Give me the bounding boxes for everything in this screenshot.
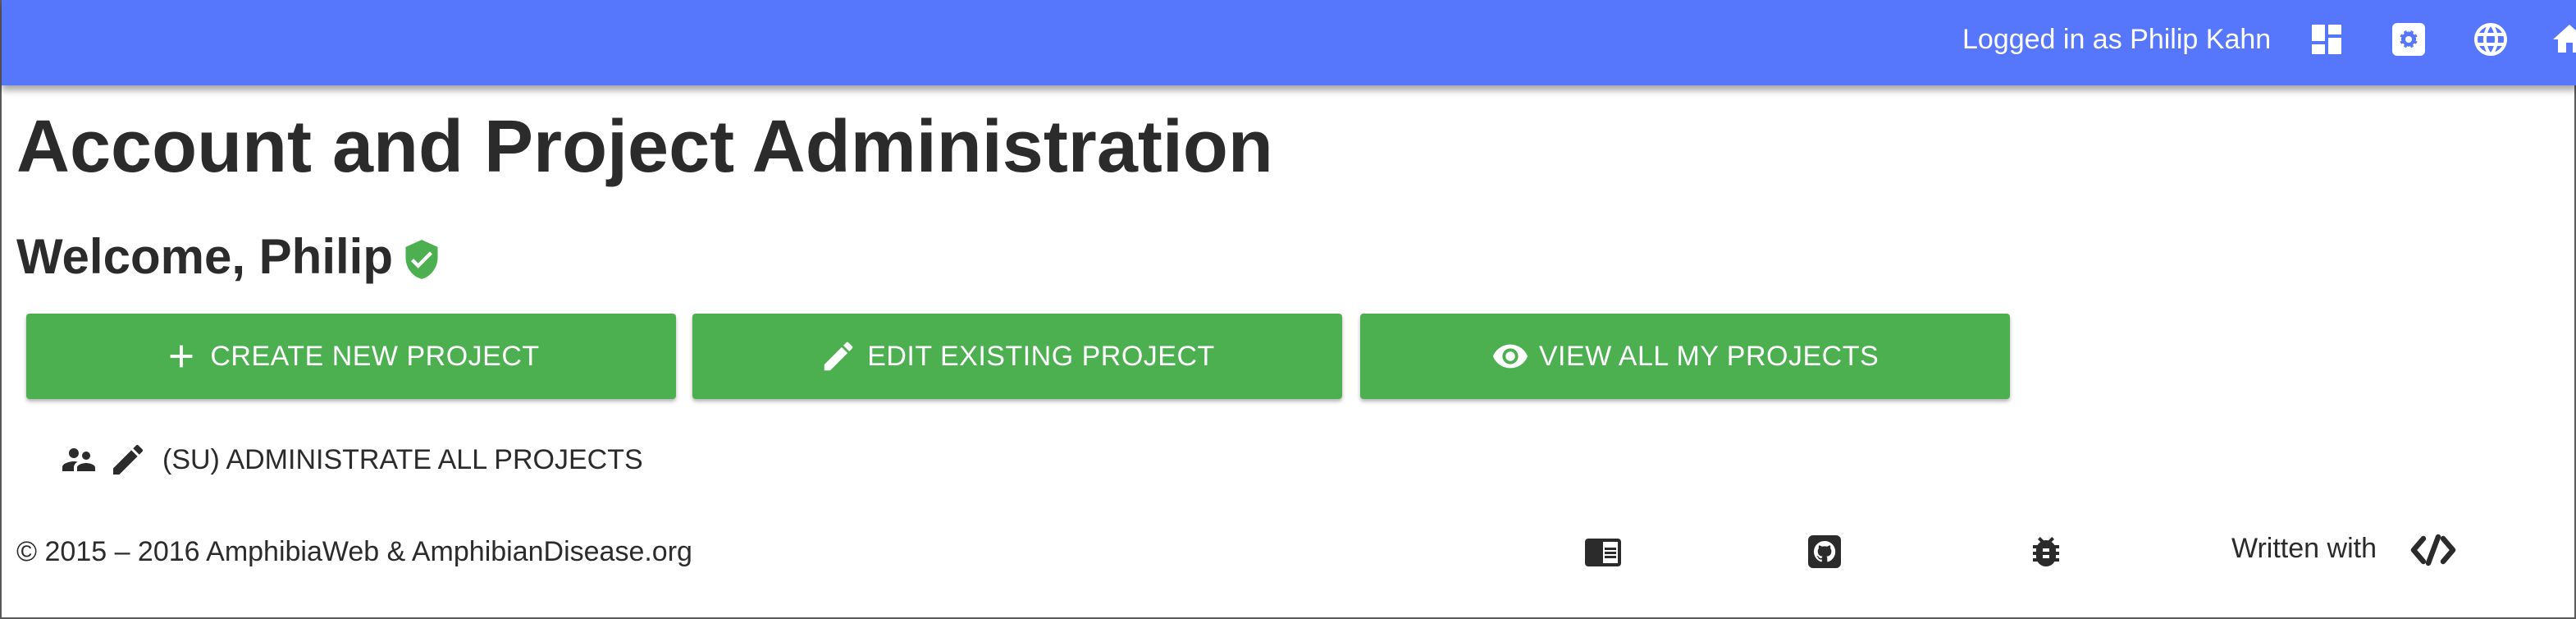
- add-icon: [162, 337, 200, 375]
- home-icon[interactable]: [2550, 20, 2576, 59]
- code-logo-icon[interactable]: [2409, 530, 2458, 570]
- github-icon[interactable]: [1805, 532, 1844, 571]
- administrate-all-projects-label: (SU) ADMINISTRATE ALL PROJECTS: [162, 443, 643, 475]
- pencil-icon: [108, 440, 148, 479]
- visibility-icon: [1491, 337, 1529, 375]
- administrate-all-projects-link[interactable]: (SU) ADMINISTRATE ALL PROJECTS: [59, 435, 643, 484]
- create-new-project-button[interactable]: CREATE NEW PROJECT: [26, 314, 676, 399]
- view-all-my-projects-label: VIEW ALL MY PROJECTS: [1538, 340, 1879, 372]
- edit-existing-project-button[interactable]: EDIT EXISTING PROJECT: [692, 314, 1342, 399]
- welcome-heading: Welcome, Philip: [16, 229, 393, 284]
- written-with-label: Written with: [2231, 533, 2377, 564]
- copyright-text: © 2015 – 2016 AmphibiaWeb & AmphibianDis…: [16, 536, 692, 567]
- create-new-project-label: CREATE NEW PROJECT: [210, 340, 540, 372]
- edit-icon: [820, 337, 857, 375]
- bug-report-icon[interactable]: [2026, 532, 2066, 571]
- view-all-my-projects-button[interactable]: VIEW ALL MY PROJECTS: [1360, 314, 2010, 399]
- globe-icon[interactable]: [2471, 20, 2510, 59]
- logged-in-label: Logged in as Philip Kahn: [1962, 24, 2272, 55]
- edit-existing-project-label: EDIT EXISTING PROJECT: [867, 340, 1215, 372]
- supervisor-icon: [59, 440, 98, 479]
- page-title: Account and Project Administration: [16, 106, 1273, 188]
- page-frame: Logged in as Philip Kahn Account and Pro…: [0, 0, 2576, 619]
- dashboard-icon[interactable]: [2307, 20, 2346, 59]
- verified-user-icon: [400, 238, 443, 281]
- chrome-reader-icon[interactable]: [1583, 532, 1623, 571]
- top-app-bar: Logged in as Philip Kahn: [2, 0, 2576, 85]
- settings-icon[interactable]: [2389, 20, 2428, 59]
